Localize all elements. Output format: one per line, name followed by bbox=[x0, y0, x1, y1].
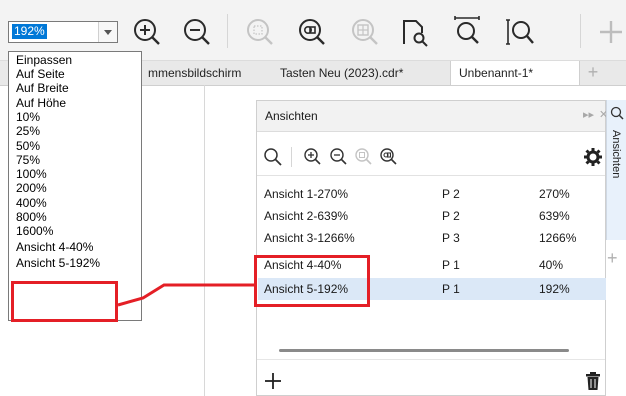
search-icon bbox=[610, 106, 624, 120]
view-page: P 2 bbox=[442, 187, 460, 201]
horizontal-scrollbar[interactable] bbox=[279, 349, 569, 352]
trash-icon[interactable] bbox=[583, 371, 603, 391]
view-name: Ansicht 1-270% bbox=[264, 187, 349, 201]
zoom-out-icon[interactable] bbox=[329, 147, 349, 167]
side-tab-label: Ansichten bbox=[610, 130, 622, 179]
divider bbox=[257, 175, 605, 176]
zoom-selected-icon[interactable] bbox=[354, 147, 374, 167]
table-row[interactable]: Ansicht 1-270% P 2 270% bbox=[258, 183, 606, 205]
collapse-icon[interactable]: ▸▸ bbox=[583, 108, 594, 121]
views-docker-panel: Ansichten ▸▸ ✕ Ansicht 1-270% P 2 270% A… bbox=[256, 100, 608, 396]
zoom-all-objects-icon[interactable] bbox=[379, 147, 399, 167]
table-row[interactable]: Ansicht 2-639% P 2 639% bbox=[258, 205, 606, 227]
view-name: Ansicht 3-1266% bbox=[264, 231, 355, 245]
docker-side-tab[interactable]: Ansichten bbox=[606, 100, 626, 240]
view-name: Ansicht 2-639% bbox=[264, 209, 349, 223]
view-zoom: 270% bbox=[539, 187, 570, 201]
divider bbox=[257, 359, 605, 360]
panel-title: Ansichten bbox=[265, 109, 318, 123]
add-view-icon[interactable] bbox=[263, 371, 283, 391]
rows-highlight-box bbox=[254, 255, 370, 307]
toolbar-separator bbox=[291, 147, 292, 167]
view-page: P 1 bbox=[442, 258, 460, 272]
gear-icon[interactable] bbox=[583, 147, 603, 167]
view-page: P 3 bbox=[442, 231, 460, 245]
view-page: P 1 bbox=[442, 282, 460, 296]
table-row[interactable]: Ansicht 3-1266% P 3 1266% bbox=[258, 227, 606, 249]
view-zoom: 192% bbox=[539, 282, 570, 296]
view-zoom: 639% bbox=[539, 209, 570, 223]
zoom-icon[interactable] bbox=[263, 147, 283, 167]
zoom-in-icon[interactable] bbox=[303, 147, 323, 167]
panel-header: Ansichten ▸▸ ✕ bbox=[257, 101, 608, 132]
add-docker-icon[interactable]: + bbox=[607, 248, 618, 269]
view-page: P 2 bbox=[442, 209, 460, 223]
view-zoom: 1266% bbox=[539, 231, 577, 245]
view-zoom: 40% bbox=[539, 258, 564, 272]
